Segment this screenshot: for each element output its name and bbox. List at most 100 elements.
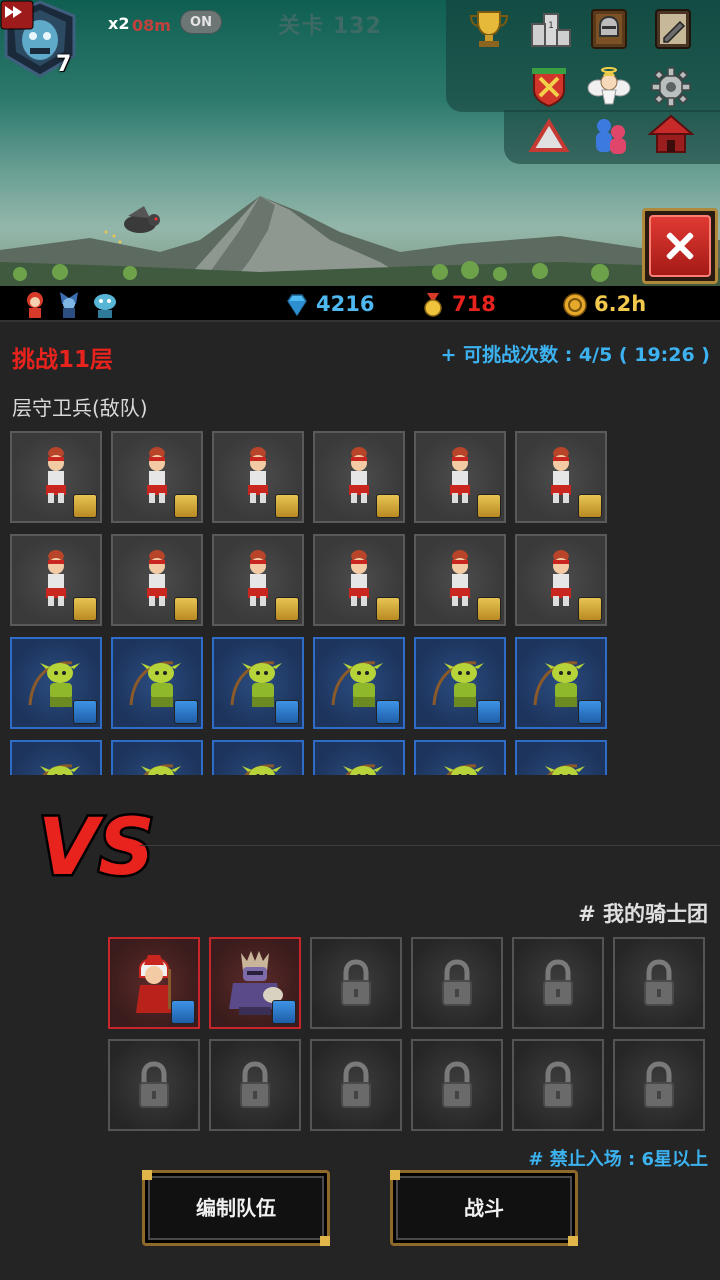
enemy-slot-archer[interactable] — [515, 740, 607, 775]
speed-multiplier: x2 — [108, 14, 130, 33]
archer-sprite-icon — [545, 764, 585, 775]
enemy-slot-warrior[interactable] — [414, 431, 506, 523]
padlock-icon — [341, 1061, 371, 1108]
screen: { "hud": { "boss_level": "7", "speed_mul… — [0, 0, 720, 1280]
enemy-slot-warrior[interactable] — [515, 431, 607, 523]
enemy-slot-warrior[interactable] — [10, 431, 102, 523]
enemy-slot-archer[interactable] — [10, 740, 102, 775]
locked-slot[interactable] — [512, 1039, 604, 1131]
sword-class-icon — [477, 597, 501, 621]
enemy-slot-warrior[interactable] — [111, 431, 203, 523]
enemy-slot-archer[interactable] — [10, 637, 102, 729]
enemy-slot-archer[interactable] — [111, 740, 203, 775]
locked-slot[interactable] — [209, 1039, 301, 1131]
enemy-slot-archer[interactable] — [414, 637, 506, 729]
vs-emblem: VS — [36, 801, 155, 895]
team-slot-dark-knight[interactable] — [209, 937, 301, 1029]
enemy-slot-warrior[interactable] — [212, 534, 304, 626]
locked-slot[interactable] — [310, 1039, 402, 1131]
ranking-podium-icon[interactable]: 1 — [528, 6, 574, 52]
staff-class-icon — [376, 700, 400, 724]
enemy-slot-archer[interactable] — [212, 637, 304, 729]
auto-toggle[interactable]: ON — [180, 10, 222, 34]
staff-class-icon — [578, 700, 602, 724]
my-team-label: # 我的骑士团 — [578, 902, 708, 926]
restriction-label: # 禁止入场 : 6星以上 — [528, 1149, 708, 1170]
medal-icon — [424, 293, 442, 317]
locked-slot[interactable] — [613, 1039, 705, 1131]
staff-class-icon — [174, 700, 198, 724]
gear-icon[interactable] — [648, 64, 694, 110]
archer-sprite-icon — [40, 764, 80, 775]
gold-counter[interactable]: 6.2h — [562, 290, 646, 318]
red-house-icon[interactable] — [648, 112, 694, 158]
padlock-icon — [442, 959, 472, 1006]
padlock-icon — [139, 1061, 169, 1108]
sword-class-icon — [174, 597, 198, 621]
gold-value: 6.2h — [594, 292, 647, 316]
staff-class-icon — [73, 700, 97, 724]
locked-slot[interactable] — [411, 1039, 503, 1131]
crossed-swords-shield-icon[interactable] — [526, 64, 572, 110]
close-button[interactable] — [642, 208, 718, 284]
enemy-slot-archer[interactable] — [313, 740, 405, 775]
trophy-icon[interactable] — [466, 6, 512, 52]
edit-team-button[interactable]: 编制队伍 — [142, 1170, 330, 1246]
enemy-slot-warrior[interactable] — [313, 431, 405, 523]
padlock-icon — [442, 1061, 472, 1108]
padlock-icon — [543, 959, 573, 1006]
sword-class-icon — [73, 597, 97, 621]
friends-icon[interactable] — [588, 112, 634, 158]
close-icon — [649, 215, 711, 277]
sword-class-icon — [73, 494, 97, 518]
enemy-slot-warrior[interactable] — [313, 534, 405, 626]
enemy-slot-archer[interactable] — [414, 740, 506, 775]
enemy-slot-warrior[interactable] — [212, 431, 304, 523]
locked-slot[interactable] — [108, 1039, 200, 1131]
medals-counter[interactable]: 718 — [420, 290, 496, 318]
enemy-slot-warrior[interactable] — [111, 534, 203, 626]
locked-slot[interactable] — [310, 937, 402, 1029]
gems-counter[interactable]: 4216 — [284, 290, 374, 318]
knight-helmet-book-icon[interactable] — [586, 6, 632, 52]
enemy-slot-archer[interactable] — [111, 637, 203, 729]
archer-sprite-icon — [343, 764, 383, 775]
locked-slot[interactable] — [411, 937, 503, 1029]
hero-cyan-robot-icon[interactable] — [90, 288, 120, 320]
fast-forward-icon[interactable] — [0, 0, 34, 30]
angel-icon[interactable] — [586, 64, 632, 110]
team-slot-mage[interactable] — [108, 937, 200, 1029]
sword-class-icon — [477, 494, 501, 518]
gold-coin-icon — [563, 293, 587, 317]
padlock-icon — [543, 1061, 573, 1108]
enemy-slot-warrior[interactable] — [10, 534, 102, 626]
fight-button[interactable]: 战斗 — [390, 1170, 578, 1246]
speed-timer: 08m — [132, 16, 171, 35]
my-team-grid — [108, 937, 712, 1133]
enemy-slot-warrior[interactable] — [515, 534, 607, 626]
locked-slot[interactable] — [512, 937, 604, 1029]
challenge-attempts[interactable]: + 可挑战次数 : 4/5 ( 19:26 ) — [441, 340, 710, 367]
staff-class-icon — [275, 700, 299, 724]
triangle-warning-icon[interactable] — [526, 114, 572, 160]
sword-class-icon — [275, 494, 299, 518]
boss-level: 7 — [56, 52, 72, 77]
staff-class-icon — [171, 1000, 195, 1024]
locked-slot[interactable] — [613, 937, 705, 1029]
hero-blue-knight-icon[interactable] — [54, 288, 84, 320]
diamond-icon — [287, 294, 307, 317]
sword-class-icon — [376, 494, 400, 518]
quest-book-icon[interactable] — [650, 6, 696, 52]
hero-red-icon[interactable] — [20, 288, 50, 320]
archer-sprite-icon — [141, 764, 181, 775]
sword-class-icon — [578, 494, 602, 518]
enemy-slot-archer[interactable] — [515, 637, 607, 729]
sword-class-icon — [275, 597, 299, 621]
enemy-slot-archer[interactable] — [313, 637, 405, 729]
stage-label: 关卡 132 — [278, 14, 382, 39]
enemy-slot-archer[interactable] — [212, 740, 304, 775]
archer-sprite-icon — [444, 764, 484, 775]
fight-label: 战斗 — [464, 1196, 504, 1220]
enemy-slot-warrior[interactable] — [414, 534, 506, 626]
gems-value: 4216 — [316, 292, 375, 316]
